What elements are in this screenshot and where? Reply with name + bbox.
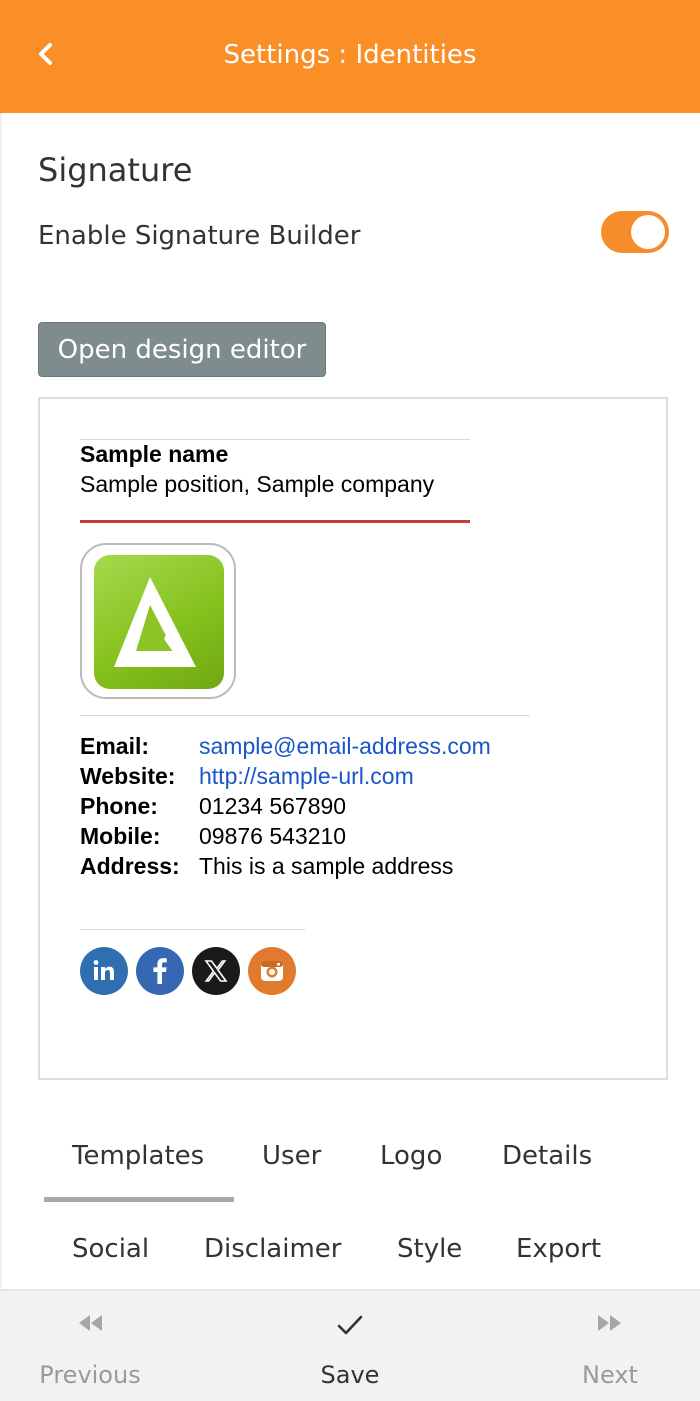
section-title: Signature [38, 151, 193, 189]
instagram-icon[interactable] [248, 947, 296, 995]
check-icon [337, 1315, 363, 1335]
detail-label: Website: [80, 763, 176, 789]
x-glyph [204, 960, 228, 982]
facebook-glyph [153, 958, 167, 984]
rewind-icon-wrap [10, 1313, 170, 1333]
next-button[interactable]: Next [530, 1291, 690, 1401]
phone-value: 01234 567890 [199, 793, 347, 819]
previous-label: Previous [39, 1361, 141, 1389]
tab-logo[interactable]: Logo [380, 1141, 442, 1171]
signature-builder-toggle[interactable] [601, 211, 669, 253]
tab-style[interactable]: Style [397, 1234, 462, 1264]
bottom-action-bar: Previous Save Next [0, 1289, 700, 1401]
detail-label: Address: [80, 853, 180, 879]
tab-user[interactable]: User [262, 1141, 321, 1171]
tab-templates[interactable]: Templates [72, 1141, 204, 1171]
page-title: Settings : Identities [223, 40, 477, 70]
toggle-label: Enable Signature Builder [38, 221, 361, 251]
rewind-icon [79, 1315, 102, 1331]
toggle-knob [631, 215, 665, 249]
mobile-value: 09876 543210 [199, 823, 347, 849]
tab-social[interactable]: Social [72, 1234, 149, 1264]
detail-label: Mobile: [80, 823, 161, 849]
signature-name: Sample name [80, 441, 229, 467]
settings-content: Signature Enable Signature Builder Open … [0, 113, 700, 1289]
website-link[interactable]: http://sample-url.com [199, 763, 414, 790]
divider [80, 929, 305, 930]
divider [80, 439, 470, 440]
linkedin-glyph [93, 960, 114, 980]
logo-image [94, 555, 224, 689]
app-header: Settings : Identities [0, 0, 700, 113]
instagram-glyph [261, 961, 283, 981]
save-button[interactable]: Save [270, 1291, 430, 1401]
save-label: Save [320, 1361, 380, 1389]
next-label: Next [582, 1361, 638, 1389]
detail-label: Email: [80, 733, 150, 759]
previous-button[interactable]: Previous [10, 1291, 170, 1401]
signature-preview: Sample name Sample position, Sample comp… [38, 397, 668, 1080]
divider [80, 715, 530, 716]
check-icon-wrap [270, 1313, 430, 1339]
tab-details[interactable]: Details [502, 1141, 592, 1171]
fast-forward-icon [598, 1315, 621, 1331]
detail-label: Phone: [80, 793, 158, 819]
logo-triangle-icon [114, 577, 196, 667]
company-logo [80, 543, 236, 699]
open-design-editor-button[interactable]: Open design editor [38, 322, 326, 377]
facebook-icon[interactable] [136, 947, 184, 995]
active-tab-indicator [44, 1197, 234, 1202]
x-icon[interactable] [192, 947, 240, 995]
address-value: This is a sample address [199, 853, 454, 879]
fast-forward-icon-wrap [530, 1313, 690, 1333]
tab-disclaimer[interactable]: Disclaimer [204, 1234, 341, 1264]
signature-position: Sample position, Sample company [80, 471, 435, 497]
divider-accent [80, 520, 470, 523]
email-link[interactable]: sample@email-address.com [199, 733, 491, 760]
linkedin-icon[interactable] [80, 947, 128, 995]
tab-export[interactable]: Export [516, 1234, 601, 1264]
